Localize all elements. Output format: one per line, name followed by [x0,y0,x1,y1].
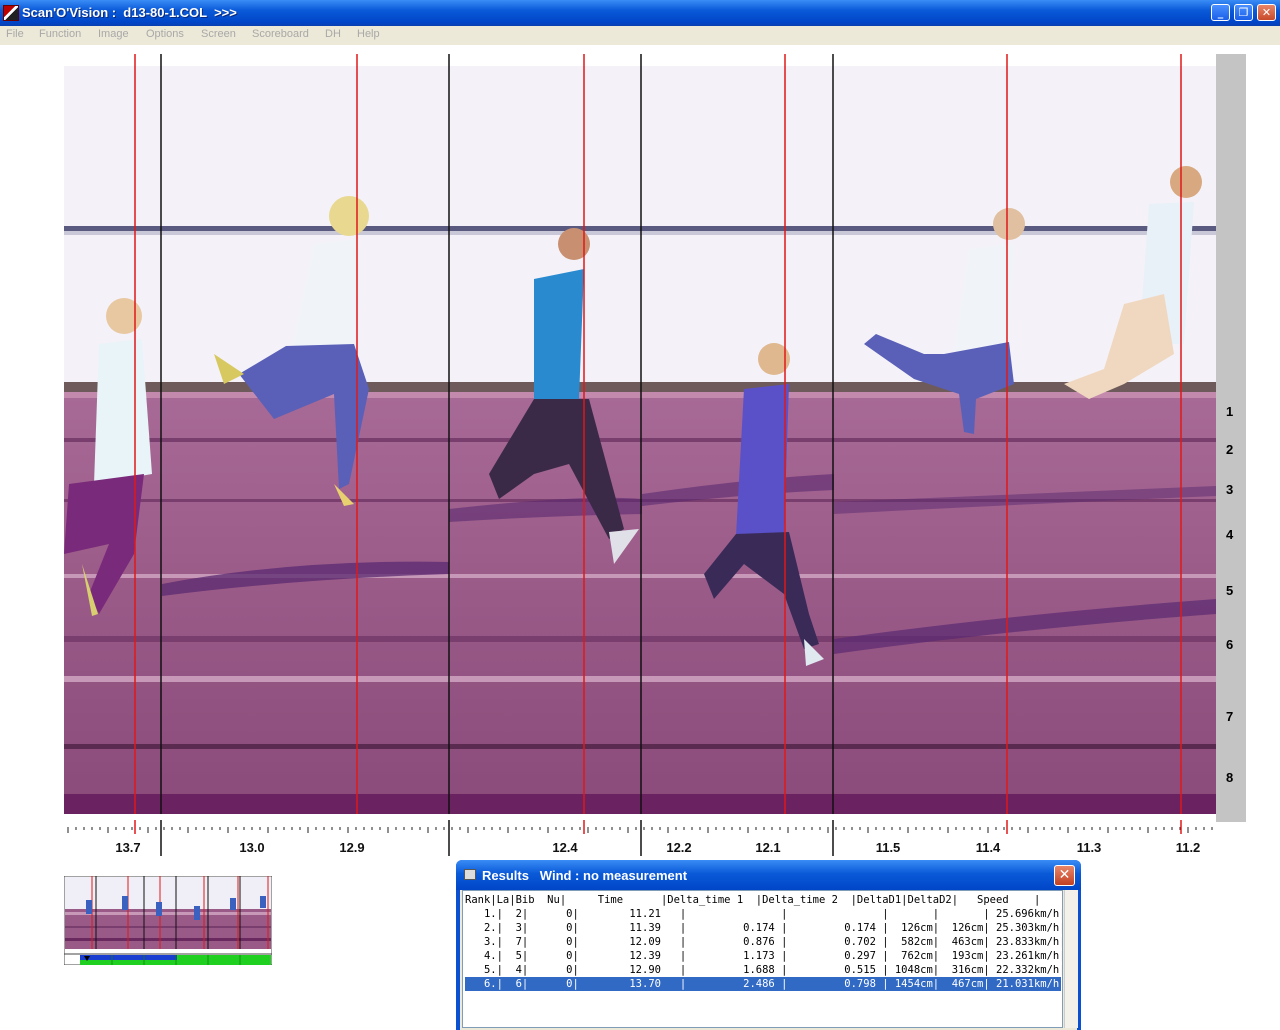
wall-stripe [64,226,1216,231]
background-wall [64,64,1216,386]
track-surface [64,384,1216,814]
time-tick-label: 12.4 [552,840,578,855]
menu-scoreboard[interactable]: Scoreboard [252,28,309,40]
results-close-icon: ✕ [1058,867,1071,883]
time-tick-label: 12.9 [339,840,365,855]
lane-scrollbar[interactable] [1216,54,1246,822]
results-close-button[interactable]: ✕ [1054,865,1075,886]
window-title: Scan'O'Vision : d13-80-1.COL >>> [22,5,237,20]
menu-file[interactable]: File [6,28,24,40]
close-button[interactable]: ✕ [1257,4,1276,21]
minimize-button[interactable]: _ [1211,4,1230,21]
time-tick-label: 11.4 [975,840,1001,855]
overview-thumbnail[interactable] [64,876,272,965]
time-tick-label: 12.2 [666,840,692,855]
results-scrollbar[interactable] [1064,890,1078,1028]
menu-image[interactable]: Image [98,28,129,40]
time-tick-label: 11.2 [1175,840,1201,855]
table-row[interactable]: 5.| 4| 0| 12.90 | 1.688 | 0.515 | 1048cm… [465,963,1062,977]
lane-label: 4 [1226,527,1234,542]
lane-label: 6 [1226,637,1234,652]
title-bar: Scan'O'Vision : d13-80-1.COL >>> _ ❐ ✕ [0,0,1280,26]
results-window: Results Wind : no measurement ✕ Rank|La|… [456,860,1081,1030]
lane-label: 8 [1226,770,1234,785]
restore-button[interactable]: ❐ [1234,4,1253,21]
restore-icon: ❐ [1238,6,1249,19]
menu-options[interactable]: Options [146,28,184,40]
close-icon: ✕ [1261,6,1272,19]
table-row-selected[interactable]: 6.| 6| 0| 13.70 | 2.486 | 0.798 | 1454cm… [465,977,1062,991]
table-row[interactable]: 1.| 2| 0| 11.21 | | | | | 25.696km/h| [465,907,1062,921]
app-icon[interactable] [3,5,19,21]
time-tick-label: 13.0 [239,840,265,855]
time-tick-label: 12.1 [755,840,781,855]
results-list[interactable]: Rank|La|Bib Nu| Time |Delta_time 1 |Delt… [462,890,1063,1028]
results-title: Results Wind : no measurement [482,868,688,883]
results-icon [464,869,476,880]
lane-label: 7 [1226,709,1234,724]
menu-screen[interactable]: Screen [201,28,236,40]
time-tick-label: 11.5 [875,840,901,855]
lane-label: 2 [1226,442,1234,457]
minimize-icon: _ [1217,6,1224,19]
photo-finish-image[interactable] [64,54,1216,814]
menu-bar: File Function Image Options Screen Score… [0,26,1280,45]
results-title-bar[interactable]: Results Wind : no measurement ✕ [456,860,1081,890]
menu-dh[interactable]: DH [325,28,341,40]
menu-help[interactable]: Help [357,28,380,40]
results-body: Rank|La|Bib Nu| Time |Delta_time 1 |Delt… [460,890,1078,1030]
table-row[interactable]: 4.| 5| 0| 12.39 | 1.173 | 0.297 | 762cm|… [465,949,1062,963]
menu-function[interactable]: Function [39,28,81,40]
lane-label: 3 [1226,482,1234,497]
table-row[interactable]: 2.| 3| 0| 11.39 | 0.174 | 0.174 | 126cm|… [465,921,1062,935]
lane-label: 1 [1226,404,1234,419]
time-tick-label: 11.3 [1076,840,1102,855]
time-tick-label: 13.7 [115,840,141,855]
lane-label: 5 [1226,583,1234,598]
table-row[interactable]: 3.| 7| 0| 12.09 | 0.876 | 0.702 | 582cm|… [465,935,1062,949]
results-header: Rank|La|Bib Nu| Time |Delta_time 1 |Delt… [465,894,1041,906]
time-axis [67,820,1213,856]
